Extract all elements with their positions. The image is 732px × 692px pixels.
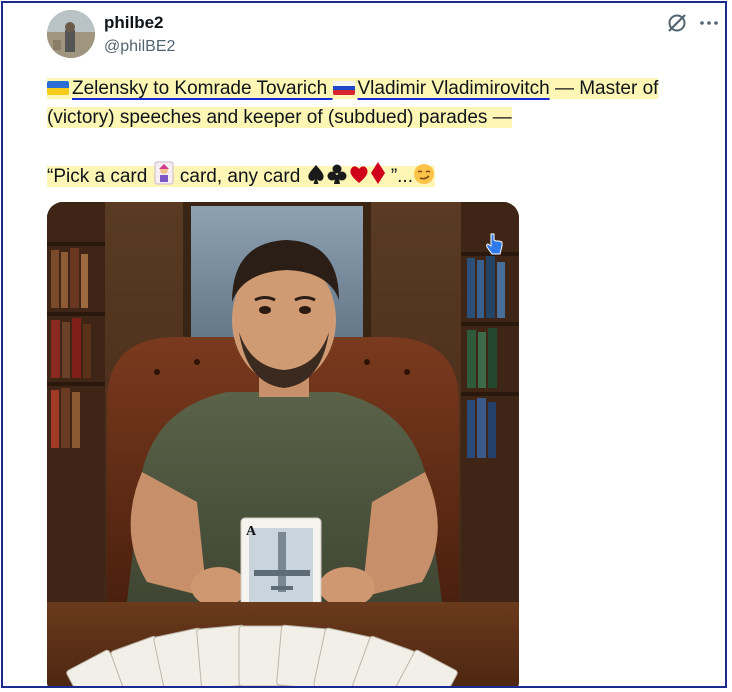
avatar[interactable]	[47, 10, 95, 58]
tweet-phrase-any-card: card, any card	[174, 166, 306, 187]
more-icon[interactable]	[697, 11, 721, 35]
display-name[interactable]: philbe2	[104, 13, 164, 33]
handle[interactable]: @philBE2	[104, 38, 175, 56]
club-icon	[326, 163, 348, 193]
tweet-text-line-2: (victory) speeches and keeper of (subdue…	[47, 105, 512, 131]
tweet-frame: philbe2 @philBE2 Zelensky to Komrade Tov…	[1, 1, 727, 688]
tweet-text-line-3: “Pick a card card, any card ”...	[47, 161, 435, 193]
diamond-icon	[370, 161, 386, 193]
ukraine-flag-icon	[47, 81, 69, 95]
smirk-emoji-icon	[413, 163, 435, 193]
russia-flag-icon	[332, 81, 355, 95]
joker-icon	[153, 161, 175, 193]
heart-icon	[348, 163, 370, 193]
spade-icon	[306, 163, 326, 193]
tweet-phrase-pick: “Pick a card	[47, 166, 153, 187]
tweet-text-line-1: Zelensky to Komrade Tovarich Vladimir Vl…	[47, 76, 659, 102]
tweet-phrase-master: — Master of	[549, 78, 659, 99]
grok-icon[interactable]	[665, 11, 689, 35]
tweet-phrase-zelensky: Zelensky to Komrade Tovarich	[72, 78, 333, 99]
tweet-phrase-end: ”...	[385, 166, 413, 187]
tweet-phrase-vladimir: Vladimir Vladimirovitch	[357, 78, 550, 99]
held-card-rank: A	[246, 524, 257, 539]
tweet-phrase-speeches: (victory) speeches and keeper of (subdue…	[47, 107, 512, 128]
tweet-media-image[interactable]: A	[47, 202, 519, 686]
